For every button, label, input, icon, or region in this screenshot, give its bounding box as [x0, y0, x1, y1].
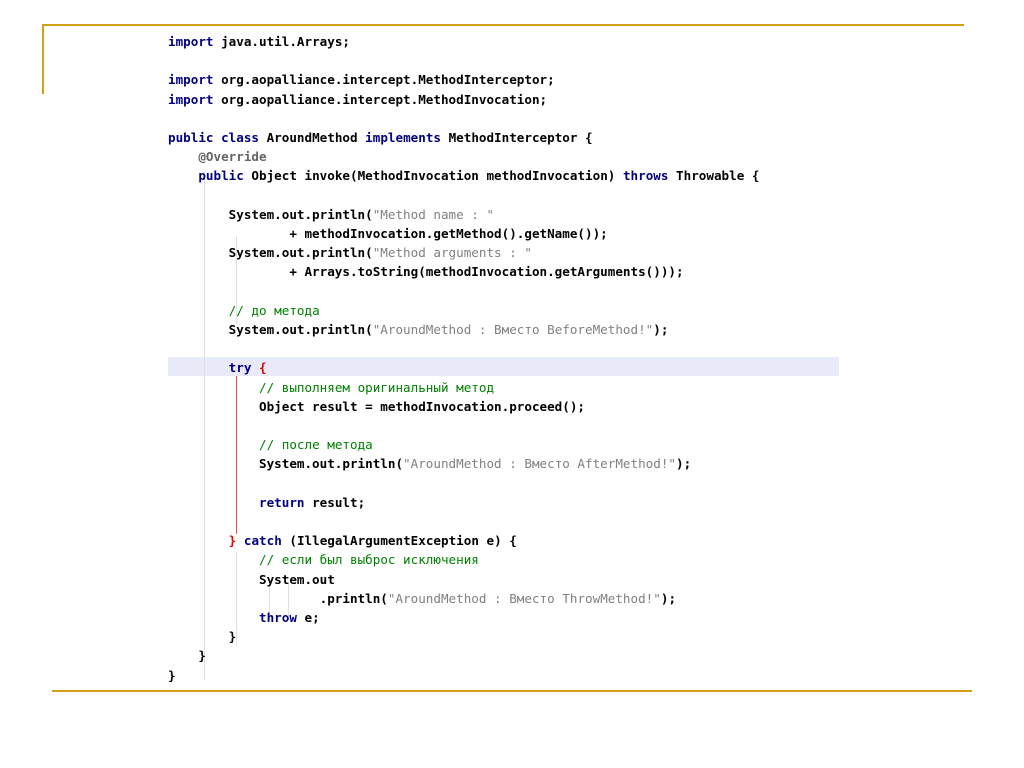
- code-token: .println(: [168, 590, 388, 606]
- code-line: import org.aopalliance.intercept.MethodI…: [168, 70, 555, 89]
- code-token: "AroundMethod : Вместо BeforeMethod!": [372, 322, 654, 337]
- code-token: e;: [296, 610, 320, 625]
- slide-frame-bottom-border: [52, 690, 972, 692]
- code-line: public Object invoke(MethodInvocation me…: [168, 166, 759, 185]
- code-token: System.out.println(: [168, 245, 373, 261]
- code-line: }: [168, 627, 237, 646]
- code-line: // после метода: [168, 435, 373, 454]
- code-token: result;: [304, 494, 366, 510]
- code-line: // до метода: [168, 301, 320, 320]
- code-line: try {: [168, 358, 267, 377]
- code-line: System.out.println("Method arguments : ": [168, 243, 532, 262]
- code-line: // если был выброс исключения: [168, 550, 479, 569]
- code-line: System.out.println("AroundMethod : Вмест…: [168, 320, 669, 339]
- code-token: import: [168, 91, 214, 107]
- code-token: (IllegalArgumentException e) {: [281, 533, 517, 549]
- code-token: "AroundMethod : Вместо ThrowMethod!": [387, 590, 661, 606]
- code-line: + Arrays.toString(methodInvocation.getAr…: [168, 262, 684, 281]
- code-line: return result;: [168, 493, 365, 512]
- code-token: public class: [168, 130, 259, 145]
- code-token: Object result = methodInvocation.proceed…: [168, 398, 586, 414]
- code-token: // если был выброс исключения: [259, 552, 479, 568]
- code-token: );: [676, 456, 692, 472]
- code-token: );: [653, 322, 669, 337]
- code-line: System.out.println("AroundMethod : Вмест…: [168, 454, 691, 473]
- code-token: );: [660, 590, 677, 606]
- code-line: + methodInvocation.getMethod().getName()…: [168, 224, 608, 243]
- code-line: throw e;: [168, 608, 320, 627]
- code-token: throw: [259, 610, 297, 625]
- code-token: Throwable {: [668, 168, 760, 184]
- code-token: System.out.println(: [168, 322, 373, 337]
- code-line: .println("AroundMethod : Вместо ThrowMet…: [168, 589, 676, 608]
- code-line: import java.util.Arrays;: [168, 32, 350, 51]
- code-token: System.out.println(: [168, 206, 373, 222]
- code-token: return: [259, 494, 305, 510]
- code-line: import org.aopalliance.intercept.MethodI…: [168, 90, 547, 109]
- slide-frame-top-border: [42, 24, 964, 26]
- code-line: Object result = methodInvocation.proceed…: [168, 397, 585, 416]
- code-token: implements: [365, 130, 441, 145]
- code-line: // выполняем оригинальный метод: [168, 378, 494, 397]
- code-token: AroundMethod: [259, 130, 366, 145]
- code-line: System.out.println("Method name : ": [168, 205, 494, 224]
- slide-frame-left-border: [42, 24, 44, 94]
- code-token: try: [228, 360, 252, 376]
- code-line: public class AroundMethod implements Met…: [168, 128, 593, 147]
- code-token: "Method arguments : ": [372, 245, 532, 261]
- current-line-highlight: [168, 357, 839, 376]
- code-token: + methodInvocation.getMethod().getName()…: [168, 226, 608, 241]
- code-token: "AroundMethod : Вместо AfterMethod!": [403, 456, 677, 472]
- code-token: import: [168, 72, 214, 88]
- code-token: java.util.Arrays;: [213, 34, 350, 49]
- code-token: }: [168, 648, 206, 664]
- code-token: org.aopalliance.intercept.MethodInvocati…: [213, 91, 548, 107]
- code-token: import: [168, 34, 214, 49]
- code-token: + Arrays.toString(methodInvocation.getAr…: [168, 264, 684, 280]
- code-token: }: [168, 629, 237, 645]
- code-line: }: [168, 646, 206, 665]
- code-token: }: [168, 667, 176, 683]
- code-token: System.out: [168, 571, 335, 587]
- code-token: Object invoke(MethodInvocation methodInv…: [243, 168, 623, 184]
- code-token: org.aopalliance.intercept.MethodIntercep…: [213, 72, 555, 88]
- code-token: @Override: [198, 149, 267, 165]
- code-token: {: [259, 360, 267, 376]
- code-token: // до метода: [228, 302, 320, 318]
- code-line: } catch (IllegalArgumentException e) {: [168, 531, 517, 550]
- code-token: throws: [622, 168, 669, 184]
- code-line: @Override: [168, 147, 267, 166]
- code-token: // выполняем оригинальный метод: [259, 379, 495, 395]
- code-line: }: [168, 666, 176, 685]
- code-token: System.out.println(: [168, 456, 404, 472]
- code-token: "Method name : ": [372, 206, 495, 222]
- code-line: System.out: [168, 570, 335, 589]
- code-editor: import java.util.Arrays; import org.aopal…: [168, 32, 868, 685]
- code-token: MethodInterceptor {: [440, 130, 593, 145]
- code-token: // после метода: [259, 437, 373, 453]
- code-token: public: [198, 168, 244, 184]
- code-token: catch: [243, 533, 282, 549]
